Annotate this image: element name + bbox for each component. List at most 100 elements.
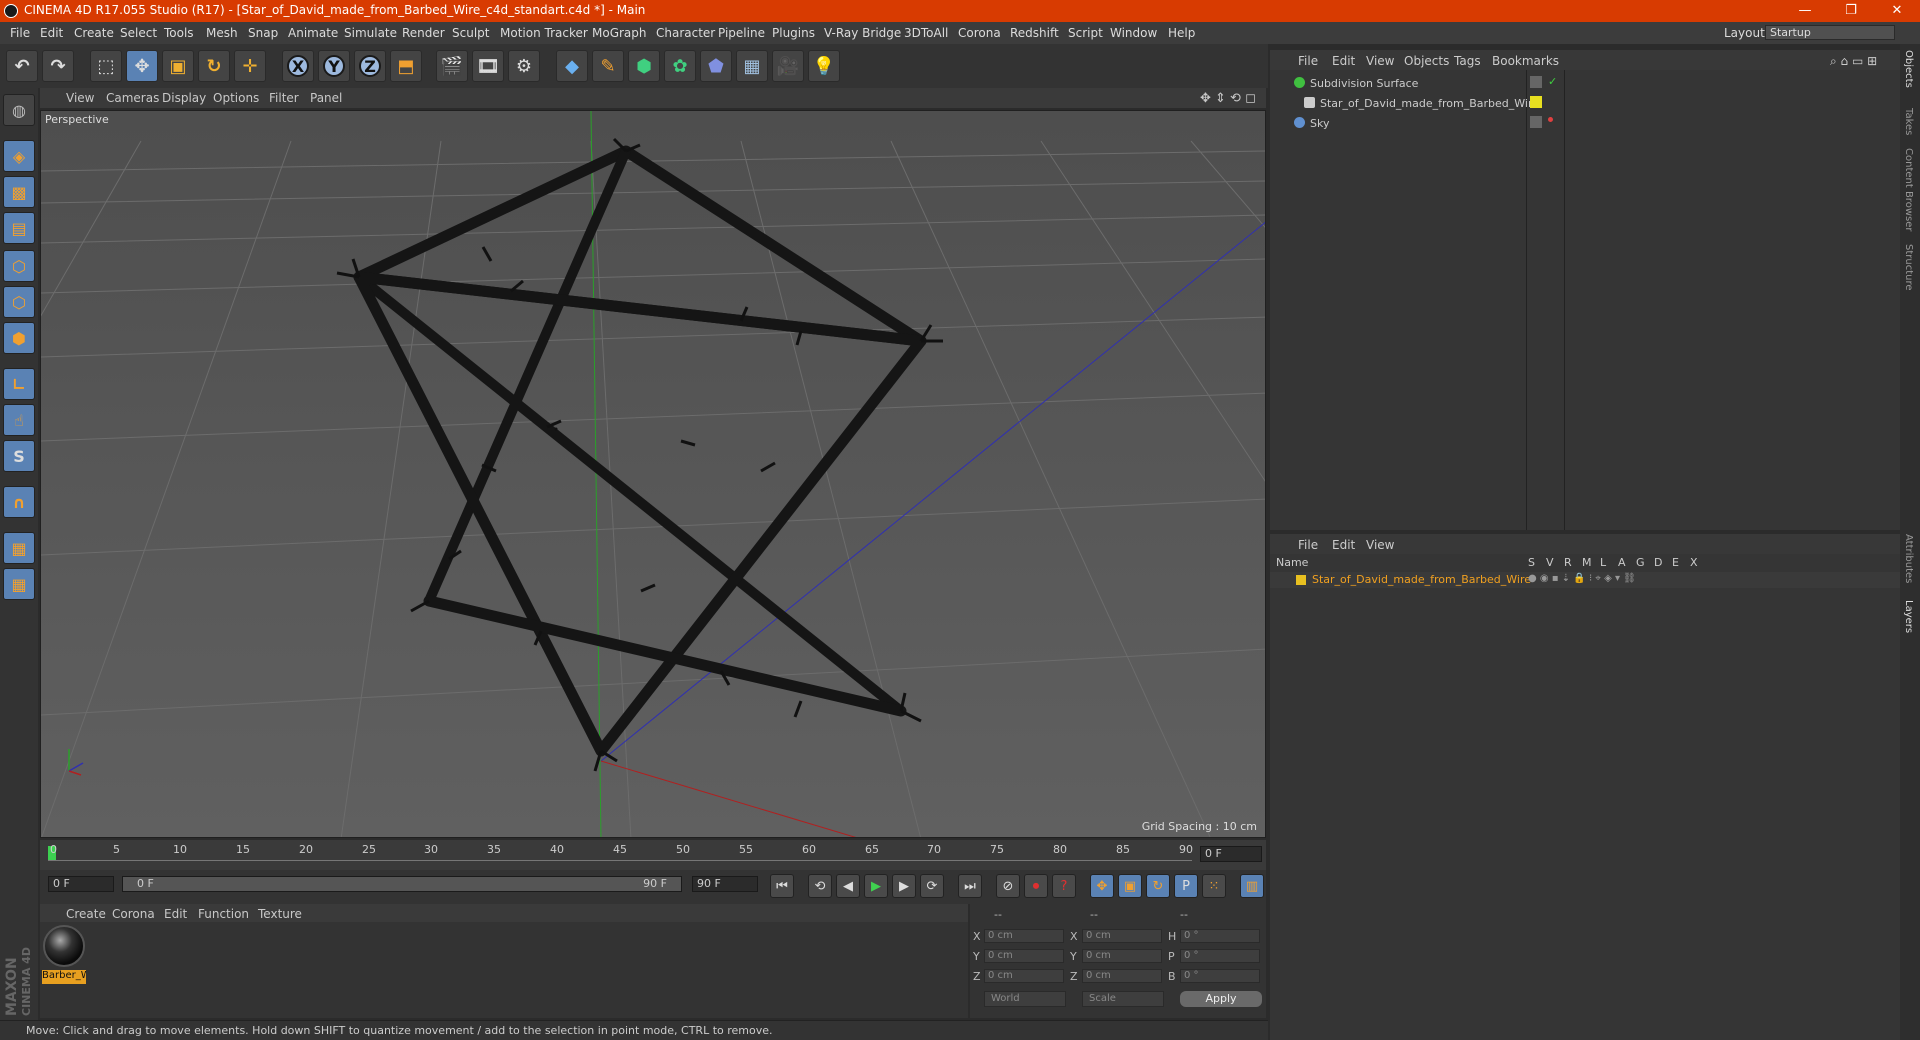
play-icon[interactable]: ▶ [864,874,888,898]
material-menu-edit[interactable]: Edit [164,907,187,921]
viewport-menu-cameras[interactable]: Cameras [106,91,159,105]
objmgr-menu-file[interactable]: File [1298,54,1318,68]
polygons-mode-icon[interactable]: ⬢ [3,322,35,354]
cloner-icon[interactable]: ✿ [664,50,696,82]
model-mode-icon[interactable]: ◈ [3,140,35,172]
menu-file[interactable]: File [10,26,30,40]
side-tab-attributes[interactable]: Attributes [1903,534,1914,583]
edges-mode-icon[interactable]: ⬡ [3,286,35,318]
menu-create[interactable]: Create [74,26,114,40]
current-frame-field[interactable]: 0 F [1200,846,1262,862]
render-view-icon[interactable]: 🎬 [436,50,468,82]
material-menu-function[interactable]: Function [198,907,249,921]
texture-mode-icon[interactable]: ▩ [3,176,35,208]
record-parameter-icon[interactable]: P [1174,874,1198,898]
menu-animate[interactable]: Animate [288,26,338,40]
coordinate-mode-select[interactable]: World [984,991,1066,1007]
menu-character[interactable]: Character [656,26,715,40]
rot-h-field[interactable]: 0 ° [1180,929,1260,943]
side-tab-objects[interactable]: Objects [1903,50,1914,88]
timeline-window-icon[interactable]: ▥ [1240,874,1264,898]
close-button[interactable]: ✕ [1874,0,1920,22]
previous-key-icon[interactable]: ⟲ [808,874,832,898]
go-to-start-icon[interactable]: ⏮ [770,874,794,898]
redo-icon[interactable]: ↷ [42,50,74,82]
layer-color-swatch[interactable] [1296,575,1306,585]
floor-icon[interactable]: ▦ [736,50,768,82]
axis-mode-icon[interactable]: ∟ [3,368,35,400]
record-point-level-icon[interactable]: ⁙ [1202,874,1226,898]
spline-pen-icon[interactable]: ✎ [592,50,624,82]
workplane-lock-icon[interactable]: ▦ [3,532,35,564]
grid-snap-icon[interactable]: ▦ [3,568,35,600]
menu-script[interactable]: Script [1068,26,1103,40]
menu-help[interactable]: Help [1168,26,1195,40]
size-y-field[interactable]: 0 cm [1082,949,1162,963]
move-tool-icon[interactable]: ✥ [126,50,158,82]
cube-primitive-icon[interactable]: ◆ [556,50,588,82]
objmgr-menu-edit[interactable]: Edit [1332,54,1355,68]
subdivision-surface-icon[interactable]: ⬢ [628,50,660,82]
frame-range-slider[interactable]: 0 F 90 F [122,876,682,892]
menu-3dtoall[interactable]: 3DToAll [904,26,948,40]
object-row-star[interactable]: Star_of_David_made_from_Barbed_Wire [1270,94,1900,112]
record-position-icon[interactable]: ✥ [1090,874,1114,898]
x-axis-lock-icon[interactable]: X [282,50,314,82]
menu-edit[interactable]: Edit [40,26,63,40]
rot-p-field[interactable]: 0 ° [1180,949,1260,963]
pos-x-field[interactable]: 0 cm [984,929,1064,943]
layer-row[interactable]: Star_of_David_made_from_Barbed_Wire ● ◉ … [1270,572,1900,588]
apply-button[interactable]: Apply [1180,991,1262,1007]
pos-z-field[interactable]: 0 cm [984,969,1064,983]
viewport-menu-panel[interactable]: Panel [310,91,342,105]
coordinate-system-icon[interactable]: ⬒ [390,50,422,82]
viewport-menu-view[interactable]: View [66,91,94,105]
layer-swatch[interactable] [1530,76,1542,88]
objmgr-menu-objects[interactable]: Objects [1404,54,1449,68]
object-row-subdivision-surface[interactable]: Subdivision Surface ✓ [1270,74,1900,92]
material-menu-texture[interactable]: Texture [258,907,302,921]
side-tab-takes[interactable]: Takes [1903,108,1914,135]
side-tab-layers[interactable]: Layers [1903,600,1914,633]
record-active-objects-icon[interactable]: ⏺ [1024,874,1048,898]
transform-mode-select[interactable]: Scale [1082,991,1164,1007]
objmgr-menu-view[interactable]: View [1366,54,1394,68]
rotate-tool-icon[interactable]: ↻ [198,50,230,82]
menu-sculpt[interactable]: Sculpt [452,26,489,40]
layermgr-menu-edit[interactable]: Edit [1332,538,1355,552]
menu-render[interactable]: Render [402,26,445,40]
snap-magnet-icon[interactable]: ∩ [3,486,35,518]
points-mode-icon[interactable]: ⬡ [3,250,35,282]
keyframe-selection-icon[interactable]: ⊘ [996,874,1020,898]
menu-redshift[interactable]: Redshift [1010,26,1059,40]
menu-vray-bridge[interactable]: V-Ray Bridge [824,26,901,40]
menu-tools[interactable]: Tools [164,26,194,40]
autokeying-icon[interactable]: ? [1052,874,1076,898]
make-editable-icon[interactable]: ◍ [3,94,35,126]
next-key-icon[interactable]: ⟳ [920,874,944,898]
live-selection-icon[interactable]: ⬚ [90,50,122,82]
end-frame-field[interactable]: 90 F [692,876,758,892]
go-to-end-icon[interactable]: ⏭ [958,874,982,898]
rot-b-field[interactable]: 0 ° [1180,969,1260,983]
workplane-mode-icon[interactable]: ▤ [3,212,35,244]
layer-toggle-icons[interactable]: ● ◉ ▪ ⇣ 🔒 ⁝ ⌖ ◈ ▾ ⛓ [1528,573,1636,584]
undo-icon[interactable]: ↶ [6,50,38,82]
light-icon[interactable]: 💡 [808,50,840,82]
viewport-menu-display[interactable]: Display [162,91,206,105]
objmgr-search-icon[interactable]: ⌕ ⌂ ▭ ⊞ [1830,54,1877,69]
y-axis-lock-icon[interactable]: Y [318,50,350,82]
viewport-menu-filter[interactable]: Filter [269,91,299,105]
layer-swatch[interactable] [1530,96,1542,108]
side-tab-structure[interactable]: Structure [1903,244,1914,291]
pos-y-field[interactable]: 0 cm [984,949,1064,963]
layer-swatch[interactable] [1530,116,1542,128]
menu-mesh[interactable]: Mesh [206,26,238,40]
render-picture-viewer-icon[interactable]: 🎞 [472,50,504,82]
menu-plugins[interactable]: Plugins [772,26,815,40]
material-swatch[interactable] [43,925,85,967]
viewport-menu-options[interactable]: Options [213,91,259,105]
menu-select[interactable]: Select [120,26,157,40]
record-scale-icon[interactable]: ▣ [1118,874,1142,898]
start-frame-field[interactable]: 0 F [48,876,114,892]
